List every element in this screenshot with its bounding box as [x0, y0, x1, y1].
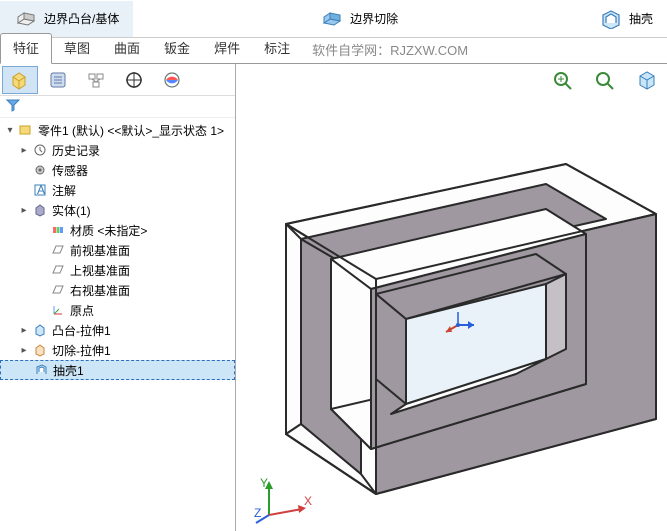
svg-text:A: A: [37, 183, 45, 197]
triad-icon: Y X Z: [254, 475, 314, 525]
view-compass-icon[interactable]: [438, 310, 478, 340]
panel-tab-feature-tree[interactable]: [2, 66, 38, 94]
tree-item-sensors[interactable]: 传感器: [0, 160, 235, 180]
material-icon: [50, 222, 66, 238]
history-icon: [32, 142, 48, 158]
boss-boundary-button[interactable]: 边界凸台/基体: [0, 1, 133, 37]
panel-tab-appearance[interactable]: [154, 66, 190, 94]
filter-row: [0, 96, 235, 118]
tree-item-history[interactable]: ▸ 历史记录: [0, 140, 235, 160]
tree-root-label: 零件1 (默认) <<默认>_显示状态 1>: [38, 122, 224, 139]
model-render: [246, 104, 666, 504]
triad-x: X: [304, 494, 312, 508]
tree-item-cutextrude1[interactable]: ▸ 切除-拉伸1: [0, 340, 235, 360]
tab-features[interactable]: 特征: [0, 33, 52, 64]
tab-weldment[interactable]: 焊件: [202, 34, 252, 63]
triad-z: Z: [254, 506, 261, 520]
cut-boundary-label: 边界切除: [350, 10, 398, 27]
ribbon-tabs: 特征 草图 曲面 钣金 焊件 标注 软件自学网：RJZXW.COM: [0, 38, 667, 64]
tree-item-right-plane[interactable]: 右视基准面: [0, 280, 235, 300]
tree-label: 前视基准面: [70, 242, 130, 259]
part-icon: [18, 122, 34, 138]
shell-icon: [599, 9, 623, 29]
tree-label: 历史记录: [52, 142, 100, 159]
boss-boundary-icon: [14, 9, 38, 29]
collapse-icon[interactable]: ▾: [4, 125, 16, 136]
tree-label: 抽壳1: [53, 362, 84, 379]
main-area: ▾ 零件1 (默认) <<默认>_显示状态 1> ▸ 历史记录 传感器 A 注解…: [0, 64, 667, 531]
extrude-icon: [32, 322, 48, 338]
tree-label: 实体(1): [52, 202, 91, 219]
solid-icon: [32, 202, 48, 218]
tree-label: 传感器: [52, 162, 88, 179]
panel-tab-property[interactable]: [40, 66, 76, 94]
tree-root[interactable]: ▾ 零件1 (默认) <<默认>_显示状态 1>: [0, 120, 235, 140]
tab-surface[interactable]: 曲面: [102, 34, 152, 63]
expand-icon[interactable]: ▸: [18, 345, 30, 356]
toolbar-top: 边界凸台/基体 边界切除 抽壳: [0, 0, 667, 38]
shell-label: 抽壳: [629, 10, 653, 27]
tree-label: 材质 <未指定>: [70, 222, 147, 239]
tab-annotation[interactable]: 标注: [252, 34, 302, 63]
view-orientation-icon[interactable]: [633, 68, 661, 92]
cut-boundary-button[interactable]: 边界切除: [306, 1, 412, 37]
tree-label: 凸台-拉伸1: [52, 322, 111, 339]
tab-sheetmetal[interactable]: 钣金: [152, 34, 202, 63]
expand-icon[interactable]: ▸: [18, 145, 30, 156]
plane-icon: [50, 262, 66, 278]
cut-boundary-icon: [320, 9, 344, 29]
filter-icon[interactable]: [6, 98, 20, 112]
tree-label: 上视基准面: [70, 262, 130, 279]
origin-icon: [50, 302, 66, 318]
zoom-area-icon[interactable]: [591, 68, 619, 92]
tab-sketch[interactable]: 草图: [52, 34, 102, 63]
triad-y: Y: [260, 476, 268, 490]
expand-icon[interactable]: ▸: [18, 325, 30, 336]
viewport-3d[interactable]: Y X Z: [236, 64, 667, 531]
tree-label: 右视基准面: [70, 282, 130, 299]
tree-label: 注解: [52, 182, 76, 199]
tree-item-shell1[interactable]: 抽壳1: [0, 360, 235, 380]
panel-tab-config[interactable]: [78, 66, 114, 94]
shell-feature-icon: [33, 362, 49, 378]
plane-icon: [50, 242, 66, 258]
panel-tabs: [0, 64, 235, 96]
tree-label: 原点: [70, 302, 94, 319]
panel-tab-dimxpert[interactable]: [116, 66, 152, 94]
feature-tree[interactable]: ▾ 零件1 (默认) <<默认>_显示状态 1> ▸ 历史记录 传感器 A 注解…: [0, 118, 235, 531]
tree-item-solids[interactable]: ▸ 实体(1): [0, 200, 235, 220]
annotation-icon: A: [32, 182, 48, 198]
tree-item-extrude1[interactable]: ▸ 凸台-拉伸1: [0, 320, 235, 340]
viewport-tools: [549, 68, 661, 92]
watermark-text: 软件自学网：RJZXW.COM: [302, 36, 478, 63]
plane-icon: [50, 282, 66, 298]
zoom-fit-icon[interactable]: [549, 68, 577, 92]
expand-icon[interactable]: ▸: [18, 205, 30, 216]
tree-item-top-plane[interactable]: 上视基准面: [0, 260, 235, 280]
tree-item-annotations[interactable]: A 注解: [0, 180, 235, 200]
tree-item-origin[interactable]: 原点: [0, 300, 235, 320]
sensor-icon: [32, 162, 48, 178]
feature-tree-panel: ▾ 零件1 (默认) <<默认>_显示状态 1> ▸ 历史记录 传感器 A 注解…: [0, 64, 236, 531]
boss-boundary-label: 边界凸台/基体: [44, 10, 119, 27]
tree-label: 切除-拉伸1: [52, 342, 111, 359]
tree-item-material[interactable]: 材质 <未指定>: [0, 220, 235, 240]
tree-item-front-plane[interactable]: 前视基准面: [0, 240, 235, 260]
cut-extrude-icon: [32, 342, 48, 358]
shell-button[interactable]: 抽壳: [585, 1, 667, 37]
